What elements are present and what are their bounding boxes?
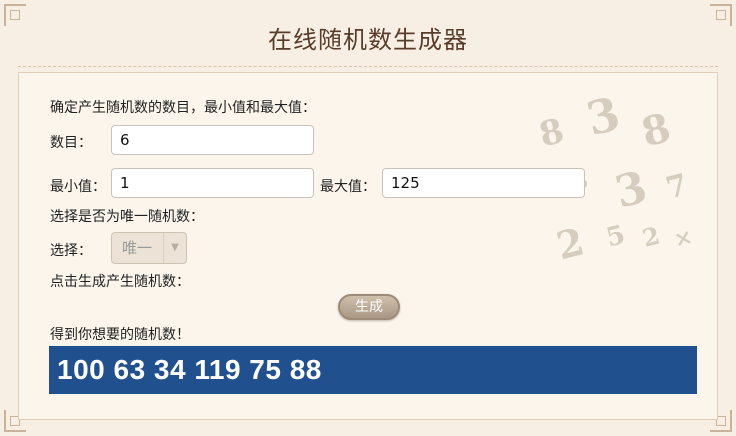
result-output: 100 63 34 119 75 88 [49, 346, 697, 394]
max-label: 最大值： [320, 179, 376, 195]
unique-select[interactable]: 唯一 ▼ [111, 232, 187, 264]
generate-prompt: 点击生成产生随机数： [50, 274, 190, 290]
chevron-down-icon[interactable]: ▼ [163, 233, 186, 263]
result-label: 得到你想要的随机数！ [50, 327, 190, 343]
count-input[interactable]: 6 [111, 125, 314, 155]
min-label: 最小值： [50, 179, 106, 195]
count-label: 数目： [50, 135, 92, 151]
max-input[interactable]: 125 [382, 168, 585, 198]
generate-button[interactable]: 生成 [338, 294, 400, 320]
title-divider [18, 66, 718, 67]
unique-prompt: 选择是否为唯一随机数： [50, 209, 204, 225]
select-label: 选择： [50, 243, 92, 259]
min-input[interactable]: 1 [111, 168, 314, 198]
page-title: 在线随机数生成器 [268, 26, 468, 54]
unique-select-value: 唯一 [122, 239, 153, 257]
instruction-text: 确定产生随机数的数目，最小值和最大值： [50, 100, 316, 116]
